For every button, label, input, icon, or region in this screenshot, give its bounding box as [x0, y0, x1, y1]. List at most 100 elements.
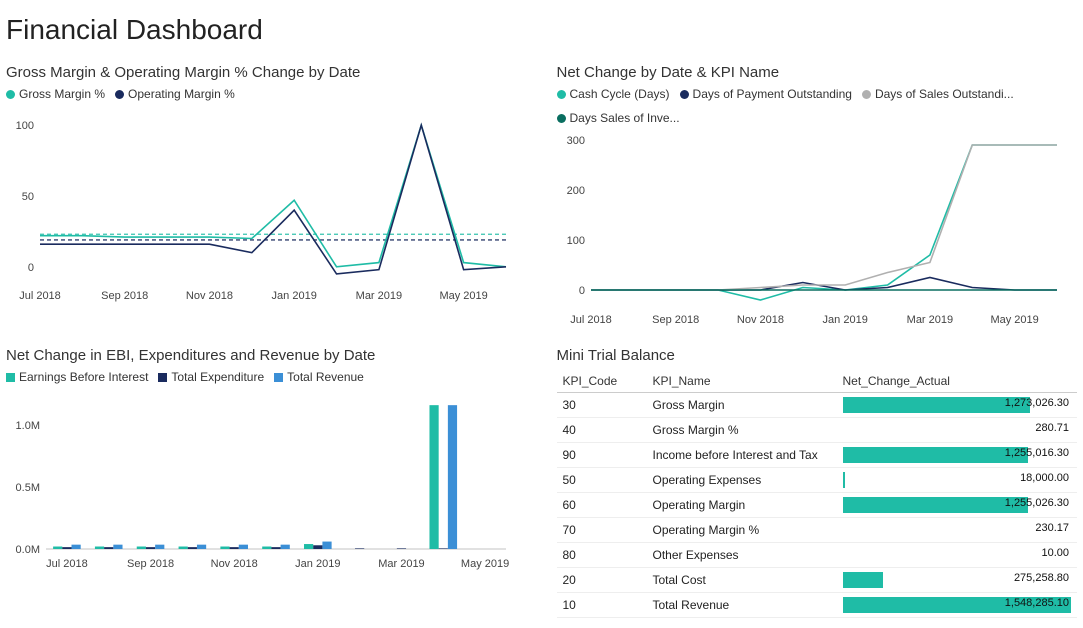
col-header-code[interactable]: KPI_Code	[557, 370, 647, 393]
svg-text:Sep 2018: Sep 2018	[652, 314, 699, 326]
cell-net: 230.17	[837, 518, 1078, 543]
chart-gross-margin[interactable]: 050100Jul 2018Sep 2018Nov 2018Jan 2019Ma…	[6, 105, 516, 305]
legend-marker	[6, 90, 15, 99]
legend-label: Days Sales of Inve...	[570, 111, 680, 125]
svg-text:May 2019: May 2019	[439, 290, 487, 302]
svg-text:Mar 2019: Mar 2019	[906, 314, 952, 326]
svg-text:Jan 2019: Jan 2019	[822, 314, 867, 326]
table-row[interactable]: 80Other Expenses10.00	[557, 543, 1078, 568]
svg-text:0.5M: 0.5M	[16, 482, 40, 494]
legend-item[interactable]: Days of Sales Outstandi...	[862, 87, 1014, 101]
page-title: Financial Dashboard	[6, 14, 1077, 46]
legend-item[interactable]: Operating Margin %	[115, 87, 235, 101]
svg-text:Jul 2018: Jul 2018	[46, 558, 88, 570]
legend-item[interactable]: Total Expenditure	[158, 370, 264, 384]
panel-net-change-kpi: Net Change by Date & KPI Name Cash Cycle…	[557, 64, 1078, 329]
cell-net: 275,258.80	[837, 568, 1078, 593]
legend-item[interactable]: Days of Payment Outstanding	[680, 87, 852, 101]
legend-marker	[862, 90, 871, 99]
legend-label: Gross Margin %	[19, 87, 105, 101]
cell-code: 70	[557, 518, 647, 543]
svg-text:1.0M: 1.0M	[16, 420, 40, 432]
panel-title: Mini Trial Balance	[557, 347, 1078, 364]
cell-name: Total Revenue	[647, 593, 837, 618]
table-row[interactable]: 70Operating Margin %230.17	[557, 518, 1078, 543]
panel-title: Net Change in EBI, Expenditures and Reve…	[6, 347, 527, 364]
table-row[interactable]: 10Total Revenue1,548,285.10	[557, 593, 1078, 618]
svg-text:May 2019: May 2019	[461, 558, 509, 570]
cell-name: Operating Expenses	[647, 468, 837, 493]
legend-item[interactable]: Total Revenue	[274, 370, 364, 384]
cell-code: 90	[557, 443, 647, 468]
cell-net: 1,255,026.30	[837, 493, 1078, 518]
legend-marker	[557, 90, 566, 99]
panel-ebi: Net Change in EBI, Expenditures and Reve…	[6, 347, 527, 618]
legend: Cash Cycle (Days) Days of Payment Outstan…	[557, 87, 1078, 125]
cell-code: 80	[557, 543, 647, 568]
dashboard-grid: Gross Margin & Operating Margin % Change…	[6, 64, 1077, 618]
legend-marker	[680, 90, 689, 99]
table-row[interactable]: 60Operating Margin1,255,026.30	[557, 493, 1078, 518]
table-row[interactable]: 20Total Cost275,258.80	[557, 568, 1078, 593]
cell-code: 30	[557, 393, 647, 418]
legend-label: Earnings Before Interest	[19, 370, 148, 384]
svg-text:Jan 2019: Jan 2019	[272, 290, 317, 302]
table-row[interactable]: 50Operating Expenses18,000.00	[557, 468, 1078, 493]
svg-text:May 2019: May 2019	[990, 314, 1038, 326]
svg-text:0.0M: 0.0M	[16, 544, 40, 556]
cell-net: 1,548,285.10	[837, 593, 1078, 618]
svg-text:Nov 2018: Nov 2018	[736, 314, 783, 326]
col-header-net[interactable]: Net_Change_Actual	[837, 370, 1078, 393]
cell-code: 60	[557, 493, 647, 518]
cell-name: Other Expenses	[647, 543, 837, 568]
legend-label: Total Revenue	[287, 370, 364, 384]
table-row[interactable]: 40Gross Margin %280.71	[557, 418, 1078, 443]
svg-text:Sep 2018: Sep 2018	[127, 558, 174, 570]
svg-text:100: 100	[16, 120, 34, 132]
cell-name: Gross Margin	[647, 393, 837, 418]
cell-name: Gross Margin %	[647, 418, 837, 443]
legend-marker	[115, 90, 124, 99]
cell-code: 20	[557, 568, 647, 593]
svg-text:Mar 2019: Mar 2019	[378, 558, 424, 570]
svg-text:200: 200	[566, 185, 584, 197]
legend: Earnings Before Interest Total Expenditur…	[6, 370, 527, 384]
svg-text:Sep 2018: Sep 2018	[101, 290, 148, 302]
chart-ebi[interactable]: 0.0M 0.5M 1.0M Jul 2018 Sep 2018 Nov 2018 Jan …	[6, 388, 516, 573]
cell-net: 280.71	[837, 418, 1078, 443]
cell-name: Operating Margin %	[647, 518, 837, 543]
panel-title: Gross Margin & Operating Margin % Change…	[6, 64, 527, 81]
legend-item[interactable]: Earnings Before Interest	[6, 370, 148, 384]
legend-item[interactable]: Gross Margin %	[6, 87, 105, 101]
cell-code: 40	[557, 418, 647, 443]
svg-text:300: 300	[566, 135, 584, 147]
legend-item[interactable]: Cash Cycle (Days)	[557, 87, 670, 101]
panel-title: Net Change by Date & KPI Name	[557, 64, 1078, 81]
cell-code: 10	[557, 593, 647, 618]
legend-marker	[158, 373, 167, 382]
legend-label: Days of Sales Outstandi...	[875, 87, 1014, 101]
svg-text:Jan 2019: Jan 2019	[295, 558, 340, 570]
legend-marker	[274, 373, 283, 382]
table-row[interactable]: 90Income before Interest and Tax1,255,01…	[557, 443, 1078, 468]
svg-text:Mar 2019: Mar 2019	[356, 290, 402, 302]
trial-balance-table[interactable]: KPI_Code KPI_Name Net_Change_Actual 30Gr…	[557, 370, 1078, 618]
svg-text:50: 50	[22, 191, 34, 203]
cell-net: 1,273,026.30	[837, 393, 1078, 418]
table-row[interactable]: 30Gross Margin1,273,026.30	[557, 393, 1078, 418]
cell-net: 1,255,016.30	[837, 443, 1078, 468]
svg-text:Nov 2018: Nov 2018	[186, 290, 233, 302]
col-header-name[interactable]: KPI_Name	[647, 370, 837, 393]
panel-mini-trial-balance: Mini Trial Balance KPI_Code KPI_Name Net…	[557, 347, 1078, 618]
svg-text:Jul 2018: Jul 2018	[570, 314, 612, 326]
cell-code: 50	[557, 468, 647, 493]
svg-text:0: 0	[578, 285, 584, 297]
chart-net-change-kpi[interactable]: 0100200300Jul 2018Sep 2018Nov 2018Jan 20…	[557, 129, 1067, 329]
cell-net: 18,000.00	[837, 468, 1078, 493]
svg-text:Nov 2018: Nov 2018	[211, 558, 258, 570]
legend-item[interactable]: Days Sales of Inve...	[557, 111, 680, 125]
cell-net: 10.00	[837, 543, 1078, 568]
legend-label: Days of Payment Outstanding	[693, 87, 852, 101]
svg-text:0: 0	[28, 262, 34, 274]
panel-gross-margin: Gross Margin & Operating Margin % Change…	[6, 64, 527, 329]
